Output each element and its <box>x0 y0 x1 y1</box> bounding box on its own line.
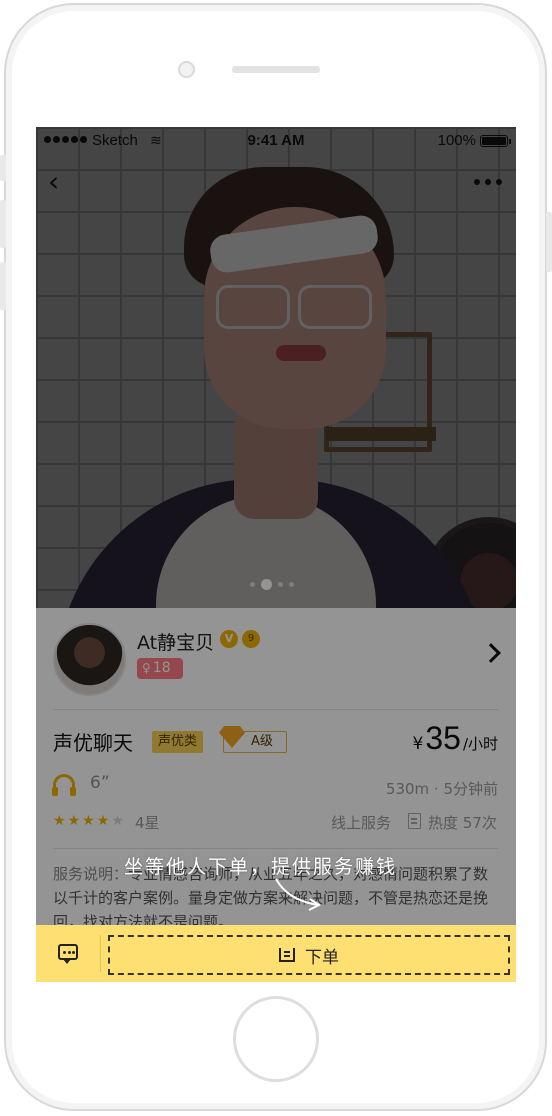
service-mode: 线上服务 <box>331 814 392 832</box>
order-button-label: 下单 <box>305 947 339 968</box>
price: ¥ 35 /小时 <box>413 720 498 757</box>
currency-symbol: ¥ <box>412 734 424 754</box>
bottom-action-bar: 下单 <box>36 925 516 982</box>
status-bar: Sketch ≋ 9:41 AM 100% <box>36 127 516 155</box>
heat-count: 热度 57次 <box>428 814 497 832</box>
tutorial-hint: 坐等他人下单，提供服务赚钱 <box>124 856 398 878</box>
more-options-icon[interactable] <box>474 179 502 185</box>
distance-time: 530m · 5分钟前 <box>385 780 498 798</box>
volume-up-button <box>0 200 6 248</box>
front-camera <box>178 61 195 78</box>
back-icon[interactable]: ‹ <box>48 167 72 197</box>
price-value: 35 <box>425 720 461 756</box>
chat-button[interactable] <box>36 925 100 982</box>
carousel-page-indicator <box>250 579 294 590</box>
level-badge: 9 <box>242 630 260 648</box>
app-screen: Sketch ≋ 9:41 AM 100% ‹ At静宝贝 V 9 ♀ 18 声优… <box>36 127 516 982</box>
earpiece-speaker <box>232 66 320 73</box>
vip-badge: V <box>220 630 238 648</box>
chat-bubble-icon <box>58 944 78 964</box>
volume-down-button <box>0 262 6 310</box>
service-title: 声优聊天 <box>53 731 133 755</box>
document-icon <box>408 813 421 829</box>
headphones-icon[interactable] <box>52 774 76 796</box>
voice-duration[interactable]: 6” <box>90 773 110 793</box>
power-button <box>546 212 552 272</box>
battery-percent: 100% <box>437 132 476 149</box>
category-tag: 声优类 <box>152 731 204 753</box>
carousel-dot[interactable] <box>250 582 255 587</box>
female-icon: ♀ <box>142 661 151 675</box>
hint-arrow-icon <box>275 878 321 911</box>
divider <box>53 848 498 849</box>
age-value: 18 <box>152 660 171 676</box>
photo-shade <box>36 127 516 608</box>
divider <box>100 935 101 972</box>
place-order-button[interactable]: 下单 <box>108 935 510 975</box>
home-button[interactable] <box>233 996 319 1082</box>
carousel-dot[interactable] <box>278 582 283 587</box>
star-filled-icon: ★ <box>96 813 110 829</box>
battery-icon <box>480 135 511 147</box>
star-filled-icon: ★ <box>82 813 95 829</box>
star-empty-icon: ★ <box>111 813 124 829</box>
carousel-dot-active[interactable] <box>261 579 272 590</box>
mute-switch <box>0 155 6 181</box>
description-label: 服务说明： <box>53 865 129 883</box>
avatar[interactable] <box>53 623 126 696</box>
price-unit: /小时 <box>462 735 498 753</box>
gender-age-tag: ♀ 18 <box>137 658 183 679</box>
divider <box>53 709 498 710</box>
star-filled-icon: ★ <box>53 813 66 829</box>
rating-label: 4星 <box>135 814 160 832</box>
profile-photo-carousel[interactable]: Sketch ≋ 9:41 AM 100% ‹ <box>36 127 516 608</box>
star-filled-icon: ★ <box>67 813 81 829</box>
carousel-dot[interactable] <box>289 582 294 587</box>
provider-name: At静宝贝 <box>137 632 215 654</box>
chevron-right-icon[interactable] <box>481 643 501 663</box>
star-rating: ★ ★ ★ ★ ★ <box>53 813 124 829</box>
order-list-icon <box>279 948 295 962</box>
